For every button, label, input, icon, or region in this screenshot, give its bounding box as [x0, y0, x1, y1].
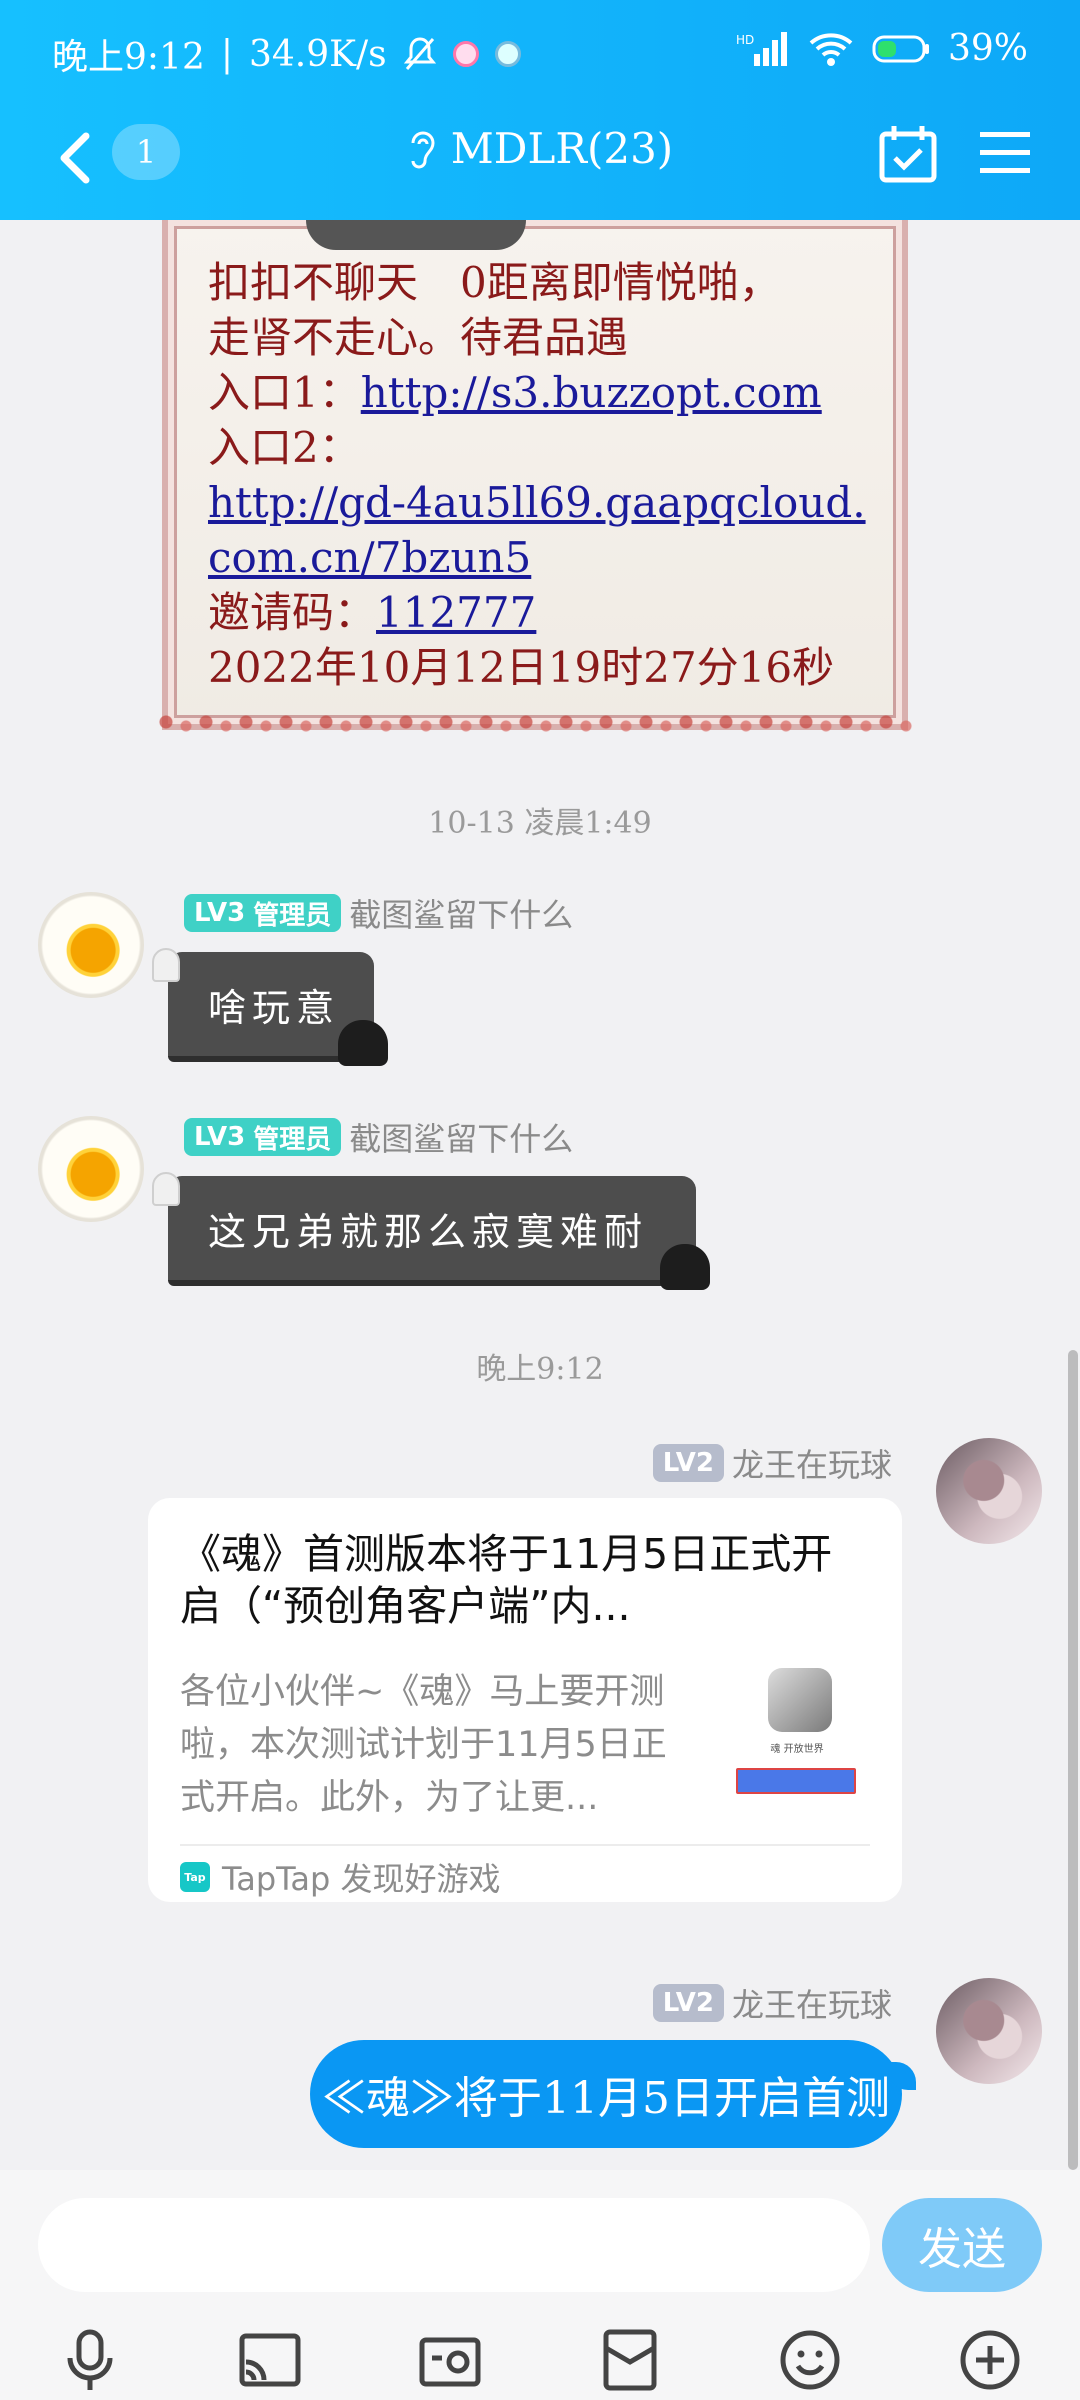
sender-meta: LV2 龙王在玩球 — [652, 1440, 892, 1486]
send-button[interactable]: 发送 — [882, 2198, 1042, 2292]
avatar[interactable] — [936, 1438, 1042, 1544]
calendar-check-icon[interactable] — [878, 124, 938, 184]
ear-icon — [411, 131, 435, 168]
message-bubble[interactable]: 啥玩意 — [152, 948, 388, 1066]
timestamp: 晚上9:12 — [476, 1352, 604, 1387]
level-badge: LV3 管理员 — [184, 894, 342, 932]
toolbar — [0, 2320, 1080, 2400]
red-packet-icon[interactable] — [590, 2320, 670, 2400]
invite-code-link[interactable]: 112777 — [376, 588, 536, 637]
message-text: ≪魂≫将于11月5日开启首测 — [322, 2073, 890, 2124]
level-badge: LV2 — [652, 1444, 724, 1482]
timestamp: 10-13 凌晨1:49 — [428, 806, 652, 841]
entry1-link[interactable]: http://s3.buzzopt.com — [361, 368, 822, 417]
level-badge: LV3 管理员 — [184, 1118, 342, 1156]
status-time: 晚上9:12 — [52, 37, 205, 78]
microphone-icon[interactable] — [50, 2320, 130, 2400]
svg-text:HD: HD — [736, 33, 754, 47]
framed-message: 扣扣不聊天 0距离即情悦啪， 走肾不走心。待君品遇 入口1：http://s3.… — [156, 220, 914, 734]
message-input[interactable] — [38, 2198, 870, 2292]
chat-title-text: MDLR(23) — [450, 124, 674, 173]
ghost-decoration-icon — [152, 1172, 180, 1206]
battery-level: 39% — [947, 28, 1028, 69]
sender-name[interactable]: 截图鲨留下什么 — [349, 890, 573, 936]
message-list[interactable]: 扣扣不聊天 0距离即情悦啪， 走肾不走心。待君品遇 入口1：http://s3.… — [0, 220, 1080, 2170]
battery-icon — [872, 35, 929, 62]
status-bar: 晚上9:12 | 34.9K/s HD 39% — [52, 28, 1028, 78]
avatar[interactable] — [38, 892, 144, 998]
level-badge: LV2 — [652, 1984, 724, 2022]
wifi-icon — [809, 32, 853, 66]
photo-icon[interactable] — [410, 2320, 490, 2400]
ghost-decoration-icon — [152, 948, 180, 982]
sender-meta: LV2 龙王在玩球 — [652, 1980, 892, 2026]
framed-message-text: 扣扣不聊天 0距离即情悦啪， 走肾不走心。待君品遇 入口1：http://s3.… — [208, 258, 866, 692]
share-title: 《魂》首测版本将于11月5日正式开启（“预创角客户端”内... — [180, 1530, 833, 1630]
header: 晚上9:12 | 34.9K/s HD 39% 1 MDLR(23) — [0, 0, 1080, 220]
menu-icon[interactable] — [978, 128, 1032, 178]
bell-muted-icon — [403, 37, 436, 70]
thumb-button — [736, 1768, 856, 1794]
sender-name[interactable]: 龙王在玩球 — [732, 1980, 892, 2026]
cat-decoration-icon — [338, 1020, 388, 1066]
message-bubble[interactable]: ≪魂≫将于11月5日开启首测 — [310, 2040, 916, 2148]
frame-image-edge — [306, 220, 526, 250]
share-source: Tap TapTap 发现好游戏 — [180, 1854, 501, 1900]
sender-name[interactable]: 龙王在玩球 — [732, 1440, 892, 1486]
avatar[interactable] — [38, 1116, 144, 1222]
message-text: 这兄弟就那么寂寞难耐 — [208, 1209, 649, 1254]
signal-icon: HD — [736, 31, 787, 66]
sender-name[interactable]: 截图鲨留下什么 — [349, 1114, 573, 1160]
scrollbar[interactable] — [1068, 1350, 1078, 2170]
divider — [180, 1844, 870, 1846]
taptap-logo-icon: Tap — [180, 1862, 210, 1892]
game-icon — [768, 1668, 832, 1732]
entry2-link[interactable]: http://gd-4au5ll69.gaapqcloud.com.cn/7bz… — [208, 478, 866, 582]
share-card[interactable]: 《魂》首测版本将于11月5日正式开启（“预创角客户端”内... 各位小伙伴~《魂… — [148, 1498, 902, 1902]
app-notify-icon — [452, 41, 479, 67]
network-speed: 34.9K/s — [248, 33, 387, 75]
sender-meta: LV3 管理员 截图鲨留下什么 — [184, 1114, 573, 1160]
message-bubble[interactable]: 这兄弟就那么寂寞难耐 — [152, 1172, 710, 1290]
composer: 发送 — [0, 2170, 1080, 2400]
cat-decoration-icon — [660, 1244, 710, 1290]
sender-meta: LV3 管理员 截图鲨留下什么 — [184, 890, 573, 936]
share-source-text: TapTap 发现好游戏 — [222, 1860, 501, 1898]
share-thumbnail: 魂 开放世界 — [726, 1668, 868, 1808]
app-notify-icon-2 — [494, 41, 521, 67]
nav-bar: 1 MDLR(23) — [0, 110, 1080, 210]
screen-cast-icon[interactable] — [230, 2320, 310, 2400]
thumb-caption: 魂 开放世界 — [770, 1744, 824, 1755]
chat-screen: 晚上9:12 | 34.9K/s HD 39% 1 MDLR(23) 扣扣不聊天… — [0, 0, 1080, 2400]
emoji-icon[interactable] — [770, 2320, 850, 2400]
plus-icon[interactable] — [950, 2320, 1030, 2400]
share-description: 各位小伙伴~《魂》马上要开测啦，本次测试计划于11月5日正式开启。此外，为了让更… — [180, 1672, 667, 1818]
avatar[interactable] — [936, 1978, 1042, 2084]
message-text: 啥玩意 — [208, 985, 341, 1030]
